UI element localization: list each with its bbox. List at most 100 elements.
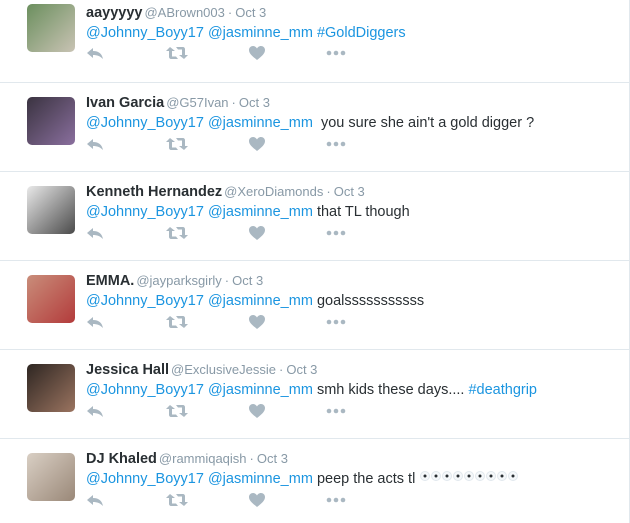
- tweet-header: Jessica Hall @ExclusiveJessie · Oct 3: [86, 360, 619, 379]
- mention-link[interactable]: @jasminne_mm: [208, 471, 313, 487]
- mention-link[interactable]: @jasminne_mm: [208, 293, 313, 309]
- tweet-author-name[interactable]: aayyyyy: [86, 5, 142, 21]
- reply-button[interactable]: [86, 136, 106, 152]
- tweet-timestamp[interactable]: Oct 3: [232, 273, 263, 288]
- tweet-author-handle[interactable]: @G57Ivan: [166, 95, 228, 110]
- mention-link[interactable]: @Johnny_Boyy17: [86, 471, 204, 487]
- retweet-icon: [166, 136, 188, 152]
- more-button[interactable]: [326, 403, 346, 419]
- tweet-text: @Johnny_Boyy17 @jasminne_mm you sure she…: [86, 113, 619, 133]
- mention-link[interactable]: @jasminne_mm: [208, 382, 313, 398]
- retweet-icon: [166, 492, 188, 508]
- tweet-timeline: aayyyyy @ABrown003 · Oct 3 @Johnny_Boyy17 @j…: [0, 0, 630, 523]
- retweet-button[interactable]: [166, 225, 188, 241]
- more-button[interactable]: [326, 314, 346, 330]
- reply-icon: [86, 45, 106, 61]
- tweet-item[interactable]: EMMA. @jayparksgirly · Oct 3 @Johnny_Boyy17 …: [0, 261, 630, 350]
- retweet-button[interactable]: [166, 136, 188, 152]
- reply-button[interactable]: [86, 225, 106, 241]
- tweet-author-name[interactable]: DJ Khaled: [86, 451, 157, 467]
- retweet-button[interactable]: [166, 403, 188, 419]
- tweet-timestamp[interactable]: Oct 3: [286, 362, 317, 377]
- mention-link[interactable]: @Johnny_Boyy17: [86, 25, 204, 41]
- tweet-content: Kenneth Hernandez @XeroDiamonds · Oct 3 @Joh…: [86, 182, 619, 222]
- like-button[interactable]: [248, 403, 268, 419]
- like-button[interactable]: [248, 136, 268, 152]
- tweet-author-handle[interactable]: @jayparksgirly: [136, 273, 221, 288]
- more-button[interactable]: [326, 136, 346, 152]
- like-button[interactable]: [248, 492, 268, 508]
- tweet-author-handle[interactable]: @XeroDiamonds: [224, 184, 323, 199]
- tweet-timestamp[interactable]: Oct 3: [334, 184, 365, 199]
- tweet-actions: [86, 45, 346, 61]
- tweet-item[interactable]: aayyyyy @ABrown003 · Oct 3 @Johnny_Boyy17 @j…: [0, 0, 630, 83]
- tweet-timestamp[interactable]: Oct 3: [257, 451, 288, 466]
- tweet-item[interactable]: Kenneth Hernandez @XeroDiamonds · Oct 3 @Joh…: [0, 172, 630, 261]
- more-dots-icon: [326, 45, 346, 61]
- reply-button[interactable]: [86, 403, 106, 419]
- tweet-author-name[interactable]: Ivan Garcia: [86, 95, 164, 111]
- tweet-author-name[interactable]: EMMA.: [86, 273, 134, 289]
- heart-icon: [248, 492, 268, 508]
- more-dots-icon: [326, 225, 346, 241]
- tweet-actions: [86, 225, 346, 241]
- mention-link[interactable]: @jasminne_mm: [208, 25, 313, 41]
- tweet-text: @Johnny_Boyy17 @jasminne_mm smh kids the…: [86, 380, 619, 400]
- tweet-body-text: goalsssssssssss: [312, 293, 425, 309]
- like-button[interactable]: [248, 45, 268, 61]
- tweet-timestamp[interactable]: Oct 3: [239, 95, 270, 110]
- tweet-item[interactable]: Ivan Garcia @G57Ivan · Oct 3 @Johnny_Boyy17 …: [0, 83, 630, 172]
- hashtag-link[interactable]: #deathgrip: [468, 382, 537, 398]
- avatar[interactable]: [27, 275, 75, 323]
- tweet-author-handle[interactable]: @rammiqaqish: [159, 451, 247, 466]
- tweet-header: EMMA. @jayparksgirly · Oct 3: [86, 271, 619, 290]
- tweet-author-name[interactable]: Jessica Hall: [86, 362, 169, 378]
- avatar[interactable]: [27, 97, 75, 145]
- tweet-item[interactable]: Jessica Hall @ExclusiveJessie · Oct 3 @Johnn…: [0, 350, 630, 439]
- like-button[interactable]: [248, 314, 268, 330]
- like-button[interactable]: [248, 225, 268, 241]
- mention-link[interactable]: @Johnny_Boyy17: [86, 115, 204, 131]
- reply-button[interactable]: [86, 314, 106, 330]
- tweet-text: @Johnny_Boyy17 @jasminne_mm peep the act…: [86, 469, 619, 489]
- tweet-author-handle[interactable]: @ExclusiveJessie: [171, 362, 276, 377]
- separator-dot: ·: [231, 95, 236, 110]
- avatar[interactable]: [27, 186, 75, 234]
- more-dots-icon: [326, 492, 346, 508]
- tweet-item[interactable]: DJ Khaled @rammiqaqish · Oct 3 @Johnny_Boyy1…: [0, 439, 630, 523]
- tweet-author-handle[interactable]: @ABrown003: [144, 5, 224, 20]
- tweet-body-text: that TL though: [312, 204, 410, 220]
- mention-link[interactable]: @Johnny_Boyy17: [86, 293, 204, 309]
- heart-icon: [248, 225, 268, 241]
- avatar[interactable]: [27, 364, 75, 412]
- mention-link[interactable]: @jasminne_mm: [208, 204, 313, 220]
- retweet-button[interactable]: [166, 314, 188, 330]
- loading-dots-icon: [419, 469, 519, 489]
- tweet-timestamp[interactable]: Oct 3: [235, 5, 266, 20]
- retweet-button[interactable]: [166, 45, 188, 61]
- retweet-icon: [166, 403, 188, 419]
- separator-dot: ·: [224, 273, 230, 288]
- tweet-header: DJ Khaled @rammiqaqish · Oct 3: [86, 449, 619, 468]
- hashtag-link[interactable]: #GoldDiggers: [317, 25, 406, 41]
- more-button[interactable]: [326, 225, 346, 241]
- tweet-header: Ivan Garcia @G57Ivan · Oct 3: [86, 93, 619, 112]
- avatar[interactable]: [27, 453, 75, 501]
- retweet-button[interactable]: [166, 492, 188, 508]
- reply-icon: [86, 403, 106, 419]
- separator-dot: ·: [279, 362, 284, 377]
- mention-link[interactable]: @Johnny_Boyy17: [86, 382, 204, 398]
- more-button[interactable]: [326, 492, 346, 508]
- mention-link[interactable]: @jasminne_mm: [208, 115, 313, 131]
- retweet-icon: [166, 45, 188, 61]
- mention-link[interactable]: @Johnny_Boyy17: [86, 204, 204, 220]
- tweet-text: @Johnny_Boyy17 @jasminne_mm #GoldDiggers: [86, 23, 619, 43]
- tweet-author-name[interactable]: Kenneth Hernandez: [86, 184, 222, 200]
- avatar[interactable]: [27, 4, 75, 52]
- tweet-content: Jessica Hall @ExclusiveJessie · Oct 3 @Johnn…: [86, 360, 619, 400]
- more-dots-icon: [326, 314, 346, 330]
- reply-button[interactable]: [86, 492, 106, 508]
- more-button[interactable]: [326, 45, 346, 61]
- reply-button[interactable]: [86, 45, 106, 61]
- tweet-actions: [86, 403, 346, 419]
